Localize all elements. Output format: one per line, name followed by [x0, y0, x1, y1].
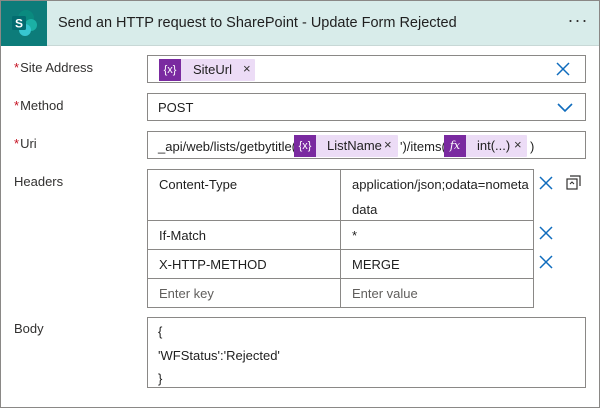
- svg-text:S: S: [15, 17, 23, 31]
- uri-text-suffix: ): [530, 139, 535, 154]
- required-mark: *: [14, 98, 20, 113]
- header-value-input[interactable]: Enter value: [341, 279, 533, 307]
- delete-row-icon[interactable]: [537, 224, 555, 242]
- function-icon: fx: [444, 135, 466, 157]
- token-label: int(...): [477, 138, 511, 153]
- action-header[interactable]: S Send an HTTP request to SharePoint - U…: [1, 1, 599, 46]
- site-address-label: *Site Address: [14, 60, 94, 75]
- switch-to-text-mode-icon[interactable]: [565, 174, 582, 191]
- variable-icon: {x}: [294, 135, 316, 157]
- headers-label: Headers: [14, 174, 64, 189]
- clear-icon[interactable]: [553, 59, 573, 79]
- required-mark: *: [14, 60, 20, 75]
- more-options-icon[interactable]: ···: [564, 9, 592, 35]
- header-key-cell[interactable]: If-Match: [148, 221, 341, 250]
- required-mark: *: [14, 136, 20, 151]
- listname-token[interactable]: {x} ListName ×: [294, 135, 398, 157]
- body-line: {: [158, 324, 163, 339]
- token-label: ListName: [327, 138, 382, 153]
- body-line: 'WFStatus':'Rejected': [158, 348, 280, 363]
- header-value-cell[interactable]: MERGE: [341, 250, 533, 279]
- header-key-cell[interactable]: Content-Type: [148, 170, 341, 221]
- token-remove-icon[interactable]: ×: [384, 137, 392, 152]
- header-key-cell[interactable]: X-HTTP-METHOD: [148, 250, 341, 279]
- header-value-cell[interactable]: application/json;odata=nometa data: [341, 170, 533, 221]
- token-remove-icon[interactable]: ×: [514, 137, 522, 152]
- variable-icon: {x}: [159, 59, 181, 81]
- token-remove-icon[interactable]: ×: [243, 61, 251, 76]
- action-card: S Send an HTTP request to SharePoint - U…: [0, 0, 600, 408]
- token-label: SiteUrl: [193, 62, 233, 77]
- header-value-cell[interactable]: *: [341, 221, 533, 250]
- uri-text-prefix: _api/web/lists/getbytitle(': [158, 139, 299, 154]
- method-value: POST: [158, 100, 194, 115]
- method-label: *Method: [14, 98, 64, 113]
- uri-label: *Uri: [14, 136, 37, 151]
- uri-text-middle: ')/items(: [400, 139, 446, 154]
- header-key-input[interactable]: Enter key: [148, 279, 341, 307]
- delete-row-icon[interactable]: [537, 174, 555, 192]
- siteurl-token[interactable]: {x} SiteUrl ×: [159, 59, 255, 81]
- action-title: Send an HTTP request to SharePoint - Upd…: [58, 15, 457, 31]
- body-editor[interactable]: { 'WFStatus':'Rejected' }: [147, 317, 586, 388]
- body-label: Body: [14, 321, 44, 336]
- sharepoint-icon: S: [1, 1, 47, 46]
- site-address-field[interactable]: {x} SiteUrl ×: [147, 55, 586, 83]
- method-dropdown[interactable]: POST: [147, 93, 586, 121]
- uri-field[interactable]: _api/web/lists/getbytitle(' {x} ListName…: [147, 131, 586, 159]
- chevron-down-icon[interactable]: [555, 99, 575, 117]
- int-expression-token[interactable]: fx int(...) ×: [444, 135, 527, 157]
- headers-table: Content-Type application/json;odata=nome…: [147, 169, 534, 308]
- delete-row-icon[interactable]: [537, 253, 555, 271]
- body-line: }: [158, 371, 163, 386]
